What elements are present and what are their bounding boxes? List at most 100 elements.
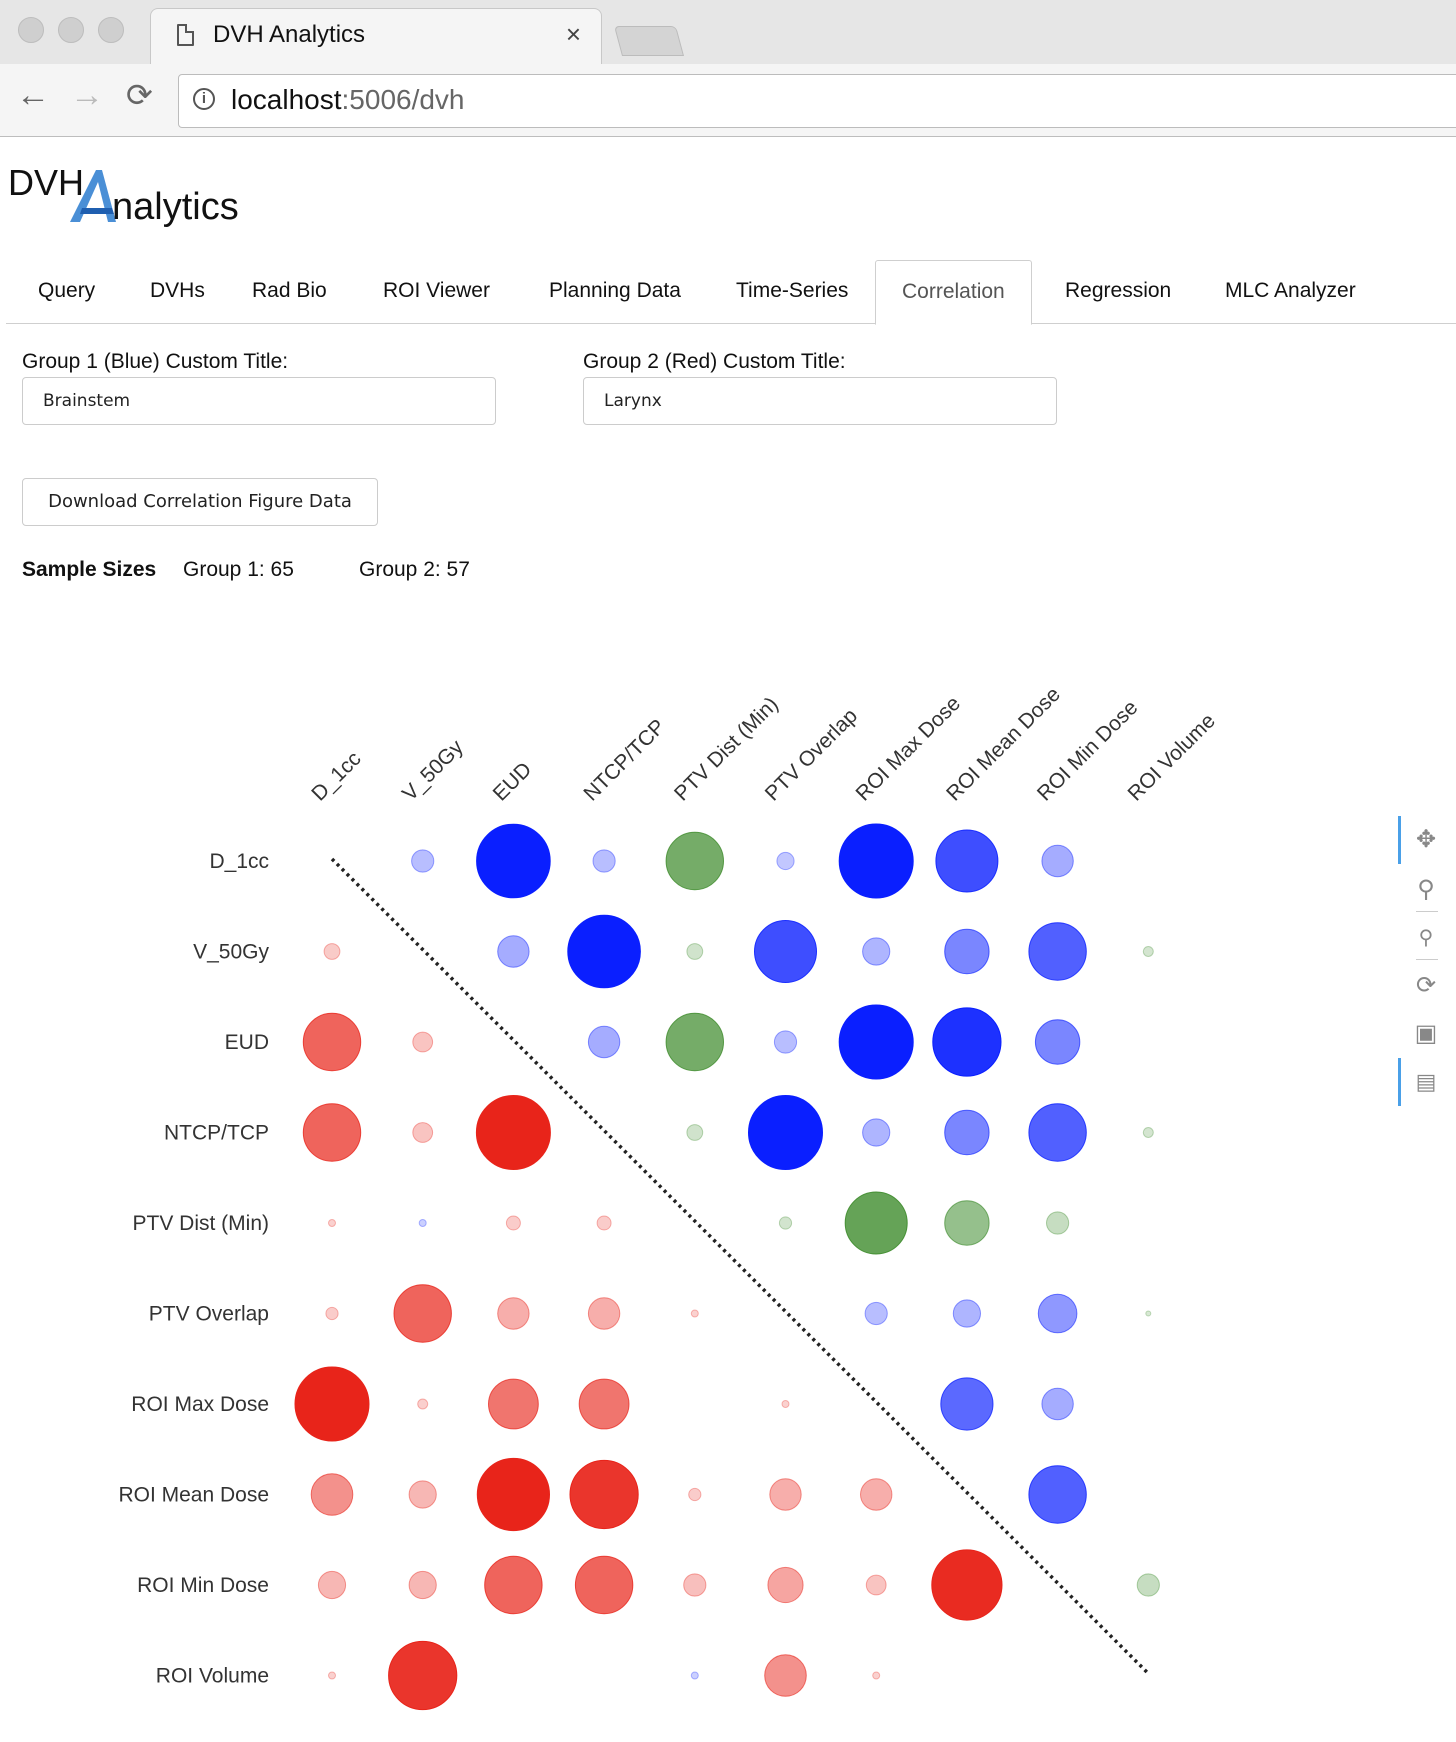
info-icon[interactable]: i [193, 88, 215, 110]
correlation-bubble[interactable] [778, 1216, 793, 1230]
correlation-bubble[interactable] [781, 1400, 790, 1408]
correlation-bubble[interactable] [940, 1377, 994, 1431]
new-tab-button[interactable] [613, 26, 685, 56]
correlation-bubble[interactable] [1041, 1387, 1074, 1421]
correlation-bubble[interactable] [748, 1095, 823, 1170]
correlation-bubble[interactable] [569, 1459, 639, 1530]
group2-title-input[interactable] [583, 377, 1057, 425]
correlation-bubble[interactable] [665, 1012, 724, 1072]
correlation-bubble[interactable] [328, 1219, 336, 1227]
correlation-bubble[interactable] [476, 1457, 551, 1532]
back-icon[interactable]: ← [16, 76, 50, 115]
tab-regression[interactable]: Regression [1039, 260, 1197, 322]
correlation-bubble[interactable] [408, 1480, 437, 1509]
correlation-bubble[interactable] [688, 1487, 702, 1502]
tab-rad-bio[interactable]: Rad Bio [226, 260, 353, 322]
correlation-bubble[interactable] [596, 1215, 612, 1231]
reset-icon[interactable]: ⟳ [1412, 972, 1440, 1000]
correlation-bubble[interactable] [683, 1573, 707, 1597]
download-correlation-button[interactable]: Download Correlation Figure Data [22, 478, 378, 526]
tab-correlation[interactable]: Correlation [875, 260, 1032, 325]
correlation-bubble[interactable] [302, 1103, 362, 1162]
save-icon[interactable]: ▣ [1412, 1020, 1440, 1048]
correlation-bubble[interactable] [844, 1191, 908, 1255]
correlation-bubble[interactable] [418, 1219, 427, 1227]
correlation-bubble[interactable] [773, 1030, 798, 1054]
box-zoom-icon[interactable]: ⚲ [1412, 876, 1440, 904]
correlation-bubble[interactable] [860, 1478, 893, 1511]
correlation-bubble[interactable] [302, 1012, 362, 1072]
correlation-bubble[interactable] [1142, 946, 1154, 957]
browser-tab[interactable]: DVH Analytics × [150, 8, 602, 66]
correlation-bubble[interactable] [1136, 1573, 1160, 1597]
correlation-bubble[interactable] [578, 1378, 630, 1430]
correlation-bubble[interactable] [393, 1284, 452, 1343]
correlation-bubble[interactable] [497, 1297, 530, 1330]
correlation-bubble[interactable] [323, 943, 341, 960]
correlation-bubble[interactable] [1046, 1211, 1070, 1235]
correlation-bubble[interactable] [505, 1215, 521, 1231]
correlation-bubble[interactable] [952, 1299, 982, 1328]
correlation-bubble[interactable] [1142, 1127, 1154, 1138]
correlation-bubble[interactable] [587, 1025, 621, 1059]
correlation-bubble[interactable] [931, 1549, 1003, 1621]
correlation-bubble[interactable] [686, 943, 704, 960]
correlation-bubble[interactable] [1028, 922, 1087, 981]
correlation-bubble[interactable] [944, 1200, 990, 1246]
correlation-bubble[interactable] [1037, 1293, 1078, 1334]
correlation-bubble[interactable] [412, 1031, 434, 1053]
close-tab-icon[interactable]: × [566, 19, 581, 50]
correlation-bubble[interactable] [1028, 1465, 1087, 1524]
correlation-bubble[interactable] [484, 1555, 543, 1615]
group1-title-input[interactable] [22, 377, 496, 425]
correlation-bubble[interactable] [592, 849, 616, 873]
correlation-bubble[interactable] [488, 1378, 539, 1430]
correlation-bubble[interactable] [411, 849, 435, 873]
correlation-bubble[interactable] [690, 1309, 699, 1318]
correlation-bubble[interactable] [317, 1570, 347, 1600]
hover-icon[interactable]: ▤ [1412, 1068, 1440, 1096]
correlation-bubble[interactable] [1034, 1019, 1081, 1065]
correlation-bubble[interactable] [587, 1297, 621, 1330]
tab-time-series[interactable]: Time-Series [710, 260, 874, 322]
correlation-matrix-plot[interactable]: D_1cc V_50Gy EUD NTCP/TCP PTV Dist (Min) PTV … [0, 620, 1380, 1740]
correlation-bubble[interactable] [944, 1109, 990, 1156]
correlation-bubble[interactable] [475, 1095, 551, 1170]
tab-dvhs[interactable]: DVHs [124, 260, 231, 322]
correlation-bubble[interactable] [408, 1570, 437, 1600]
correlation-bubble[interactable] [497, 935, 530, 968]
correlation-bubble[interactable] [862, 1118, 891, 1147]
correlation-bubble[interactable] [328, 1671, 336, 1680]
correlation-bubble[interactable] [574, 1555, 634, 1615]
correlation-bubble[interactable] [776, 851, 795, 871]
correlation-bubble[interactable] [567, 914, 641, 989]
tab-roi-viewer[interactable]: ROI Viewer [357, 260, 516, 322]
correlation-bubble[interactable] [838, 823, 914, 899]
window-close-button[interactable] [18, 17, 44, 43]
correlation-bubble[interactable] [769, 1478, 802, 1511]
correlation-bubble[interactable] [872, 1671, 881, 1680]
correlation-bubble[interactable] [944, 928, 990, 975]
window-minimize-button[interactable] [58, 17, 84, 43]
correlation-bubble[interactable] [294, 1366, 370, 1442]
forward-icon[interactable]: → [70, 76, 104, 115]
correlation-bubble[interactable] [932, 1007, 1002, 1077]
correlation-bubble[interactable] [388, 1640, 458, 1711]
tab-mlc-analyzer[interactable]: MLC Analyzer [1199, 260, 1382, 322]
correlation-bubble[interactable] [767, 1566, 804, 1604]
tab-planning-data[interactable]: Planning Data [523, 260, 707, 322]
correlation-bubble[interactable] [838, 1004, 914, 1080]
correlation-bubble[interactable] [864, 1301, 888, 1326]
reload-icon[interactable]: ⟳ [126, 76, 153, 114]
correlation-bubble[interactable] [665, 831, 724, 891]
correlation-bubble[interactable] [865, 1574, 887, 1596]
tab-query[interactable]: Query [12, 260, 121, 322]
wheel-zoom-icon[interactable]: ⚲ [1412, 924, 1440, 952]
correlation-bubble[interactable] [310, 1473, 354, 1516]
correlation-bubble[interactable] [862, 937, 891, 966]
correlation-bubble[interactable] [1041, 844, 1074, 878]
correlation-bubble[interactable] [935, 829, 999, 893]
correlation-bubble[interactable] [754, 920, 817, 983]
correlation-bubble[interactable] [690, 1671, 699, 1680]
correlation-bubble[interactable] [417, 1398, 429, 1410]
